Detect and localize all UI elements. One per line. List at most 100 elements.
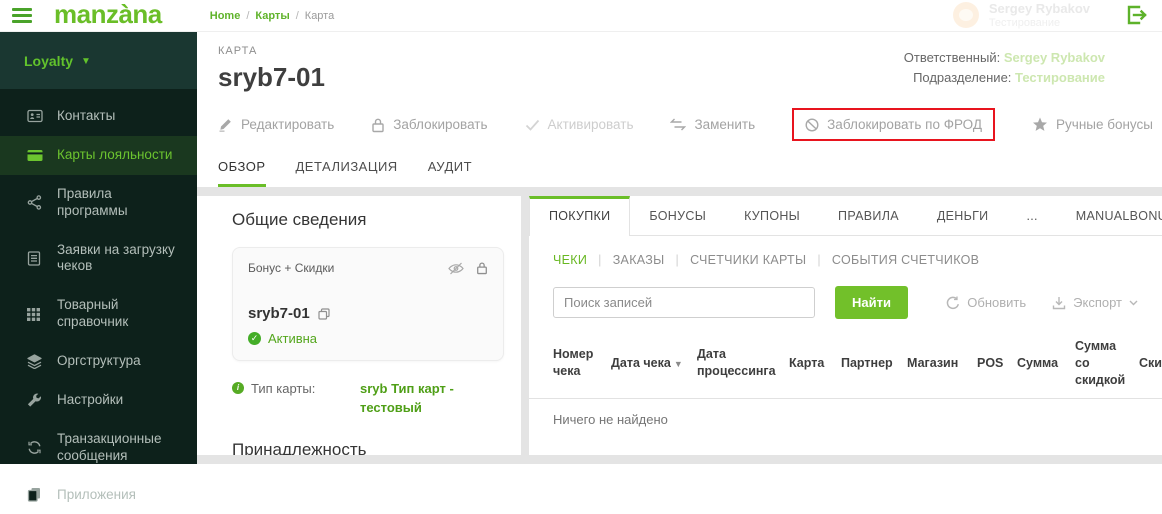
card-actions-toolbar: Редактировать Заблокировать Активировать… bbox=[218, 108, 1162, 141]
belonging-heading: Принадлежность bbox=[232, 440, 501, 455]
action-label: Заблокировать по ФРОД bbox=[827, 117, 982, 132]
chevron-down-icon bbox=[1129, 300, 1138, 306]
tab-detailing[interactable]: ДЕТАЛИЗАЦИЯ bbox=[296, 159, 398, 187]
block-by-fraud-button[interactable]: Заблокировать по ФРОД bbox=[792, 108, 995, 141]
col-sum-with-discount[interactable]: Сумма со скидкой bbox=[1075, 338, 1127, 389]
layers-icon bbox=[27, 354, 43, 369]
subtab-orders[interactable]: ЗАКАЗЫ bbox=[613, 253, 665, 267]
sidebar-section-loyalty[interactable]: Loyalty ▼ bbox=[0, 32, 197, 89]
empty-state: Ничего не найдено bbox=[529, 399, 1162, 440]
subtab-card-counters[interactable]: СЧЕТЧИКИ КАРТЫ bbox=[690, 253, 806, 267]
action-label: Активировать bbox=[548, 117, 634, 132]
col-discount[interactable]: Ски bbox=[1139, 355, 1162, 372]
chevron-down-icon: ▼ bbox=[81, 54, 91, 67]
tab-manualbonus[interactable]: MANUALBONUS.PLURAL bbox=[1057, 196, 1162, 235]
activate-button[interactable]: Активировать bbox=[525, 117, 634, 132]
sidebar-item-label: Настройки bbox=[57, 392, 123, 409]
card-meta: Ответственный: Sergey Rybakov Подразделе… bbox=[904, 48, 1105, 87]
sidebar-item-settings[interactable]: Настройки bbox=[0, 381, 197, 420]
tab-bonuses[interactable]: БОНУСЫ bbox=[630, 196, 725, 235]
sidebar-item-label: Товарный справочник bbox=[57, 297, 183, 331]
menu-icon[interactable] bbox=[12, 8, 32, 23]
col-processing-date[interactable]: Дата процессинга bbox=[697, 346, 777, 380]
tab-rules[interactable]: ПРАВИЛА bbox=[819, 196, 918, 235]
copy-icon[interactable] bbox=[318, 308, 330, 320]
subtab-receipts[interactable]: ЧЕКИ bbox=[553, 253, 587, 267]
responsible-value: Sergey Rybakov bbox=[1004, 50, 1105, 65]
find-button[interactable]: Найти bbox=[835, 286, 908, 319]
entity-kind-label: КАРТА bbox=[218, 45, 257, 57]
avatar bbox=[953, 2, 979, 28]
card-type-label: Тип карты: bbox=[251, 380, 315, 418]
sidebar-item-contacts[interactable]: Контакты bbox=[0, 97, 197, 136]
sidebar-item-label: Контакты bbox=[57, 108, 115, 125]
edit-button[interactable]: Редактировать bbox=[218, 117, 334, 132]
subtab-counter-events[interactable]: СОБЫТИЯ СЧЕТЧИКОВ bbox=[832, 253, 979, 267]
eye-off-icon[interactable] bbox=[448, 262, 464, 275]
breadcrumb-cards[interactable]: Карты bbox=[255, 10, 289, 22]
block-button[interactable]: Заблокировать bbox=[371, 117, 487, 133]
status-check-icon: ✓ bbox=[248, 332, 261, 345]
star-icon bbox=[1032, 117, 1048, 132]
department-label: Подразделение: bbox=[913, 70, 1011, 85]
sidebar-section-label: Loyalty bbox=[24, 53, 73, 69]
sidebar-item-product-catalog[interactable]: Товарный справочник bbox=[0, 286, 197, 342]
manual-bonuses-button[interactable]: Ручные бонусы bbox=[1032, 117, 1153, 132]
action-label: Заменить bbox=[694, 117, 755, 132]
logout-icon[interactable] bbox=[1124, 3, 1148, 27]
details-panel: ПОКУПКИ БОНУСЫ КУПОНЫ ПРАВИЛА ДЕНЬГИ ...… bbox=[529, 196, 1162, 455]
action-label: Заблокировать bbox=[393, 117, 487, 132]
tab-purchases[interactable]: ПОКУПКИ bbox=[529, 196, 630, 236]
grid-icon bbox=[27, 308, 43, 321]
action-label: Редактировать bbox=[241, 117, 334, 132]
document-icon bbox=[27, 251, 43, 266]
user-name-block: Sergey Rybakov Тестирование bbox=[989, 2, 1090, 30]
wrench-icon bbox=[27, 393, 43, 408]
ban-icon bbox=[805, 118, 819, 132]
pages-icon bbox=[27, 487, 43, 502]
card-type-value[interactable]: sryb Тип карт - тестовый bbox=[360, 380, 501, 418]
sidebar-item-applications[interactable]: Приложения bbox=[0, 476, 197, 514]
sidebar-item-label: Оргструктура bbox=[57, 353, 141, 370]
info-icon[interactable]: i bbox=[232, 382, 244, 394]
replace-button[interactable]: Заменить bbox=[670, 117, 755, 132]
user-name: Sergey Rybakov bbox=[989, 2, 1090, 17]
col-partner[interactable]: Партнер bbox=[841, 355, 895, 372]
lock-icon[interactable] bbox=[476, 261, 488, 275]
card-type-row: i Тип карты: sryb Тип карт - тестовый bbox=[232, 380, 501, 418]
details-subtabs: ЧЕКИ | ЗАКАЗЫ | СЧЕТЧИКИ КАРТЫ | СОБЫТИЯ… bbox=[553, 253, 1162, 267]
col-sum[interactable]: Сумма bbox=[1017, 355, 1063, 372]
col-card[interactable]: Карта bbox=[789, 355, 829, 372]
top-bar: manzàna Home / Карты / Карта Sergey Ryba… bbox=[0, 0, 1162, 32]
contact-card-icon bbox=[27, 109, 43, 123]
tab-overview[interactable]: ОБЗОР bbox=[218, 159, 266, 187]
breadcrumb-home[interactable]: Home bbox=[210, 10, 241, 22]
sidebar-item-transactional-messages[interactable]: Транзакционные сообщения bbox=[0, 420, 197, 476]
sidebar-item-receipt-upload-requests[interactable]: Заявки на загрузку чеков bbox=[0, 231, 197, 287]
table-header: Номер чека Дата чека▼ Дата процессинга К… bbox=[529, 332, 1162, 399]
tab-money[interactable]: ДЕНЬГИ bbox=[918, 196, 1008, 235]
col-pos[interactable]: POS bbox=[977, 355, 1005, 372]
col-receipt-date[interactable]: Дата чека▼ bbox=[611, 355, 685, 372]
col-store[interactable]: Магазин bbox=[907, 355, 965, 372]
page-header: КАРТА sryb7-01 Ответственный: Sergey Ryb… bbox=[197, 32, 1162, 187]
tab-more[interactable]: ... bbox=[1007, 196, 1056, 235]
search-input[interactable] bbox=[553, 287, 815, 318]
tab-audit[interactable]: АУДИТ bbox=[428, 159, 472, 187]
sidebar: Loyalty ▼ Контакты Карты лояльности Прав… bbox=[0, 32, 197, 464]
sidebar-item-loyalty-cards[interactable]: Карты лояльности bbox=[0, 136, 197, 175]
user-box[interactable]: Sergey Rybakov Тестирование bbox=[953, 2, 1162, 30]
logo[interactable]: manzàna bbox=[54, 1, 162, 30]
export-button[interactable]: Экспорт bbox=[1052, 295, 1138, 310]
refresh-button[interactable]: Обновить bbox=[946, 295, 1026, 310]
breadcrumb-separator: / bbox=[296, 10, 299, 22]
tab-coupons[interactable]: КУПОНЫ bbox=[725, 196, 819, 235]
sidebar-item-org-structure[interactable]: Оргструктура bbox=[0, 342, 197, 381]
sidebar-item-program-rules[interactable]: Правила программы bbox=[0, 175, 197, 231]
col-receipt-number[interactable]: Номер чека bbox=[553, 346, 599, 380]
general-info-panel: Общие сведения Бонус + Скидки sryb7-01 bbox=[197, 196, 521, 455]
card-program: Бонус + Скидки bbox=[248, 261, 334, 275]
download-icon bbox=[1052, 296, 1066, 310]
user-department: Тестирование bbox=[989, 17, 1090, 30]
swap-icon bbox=[670, 118, 686, 131]
